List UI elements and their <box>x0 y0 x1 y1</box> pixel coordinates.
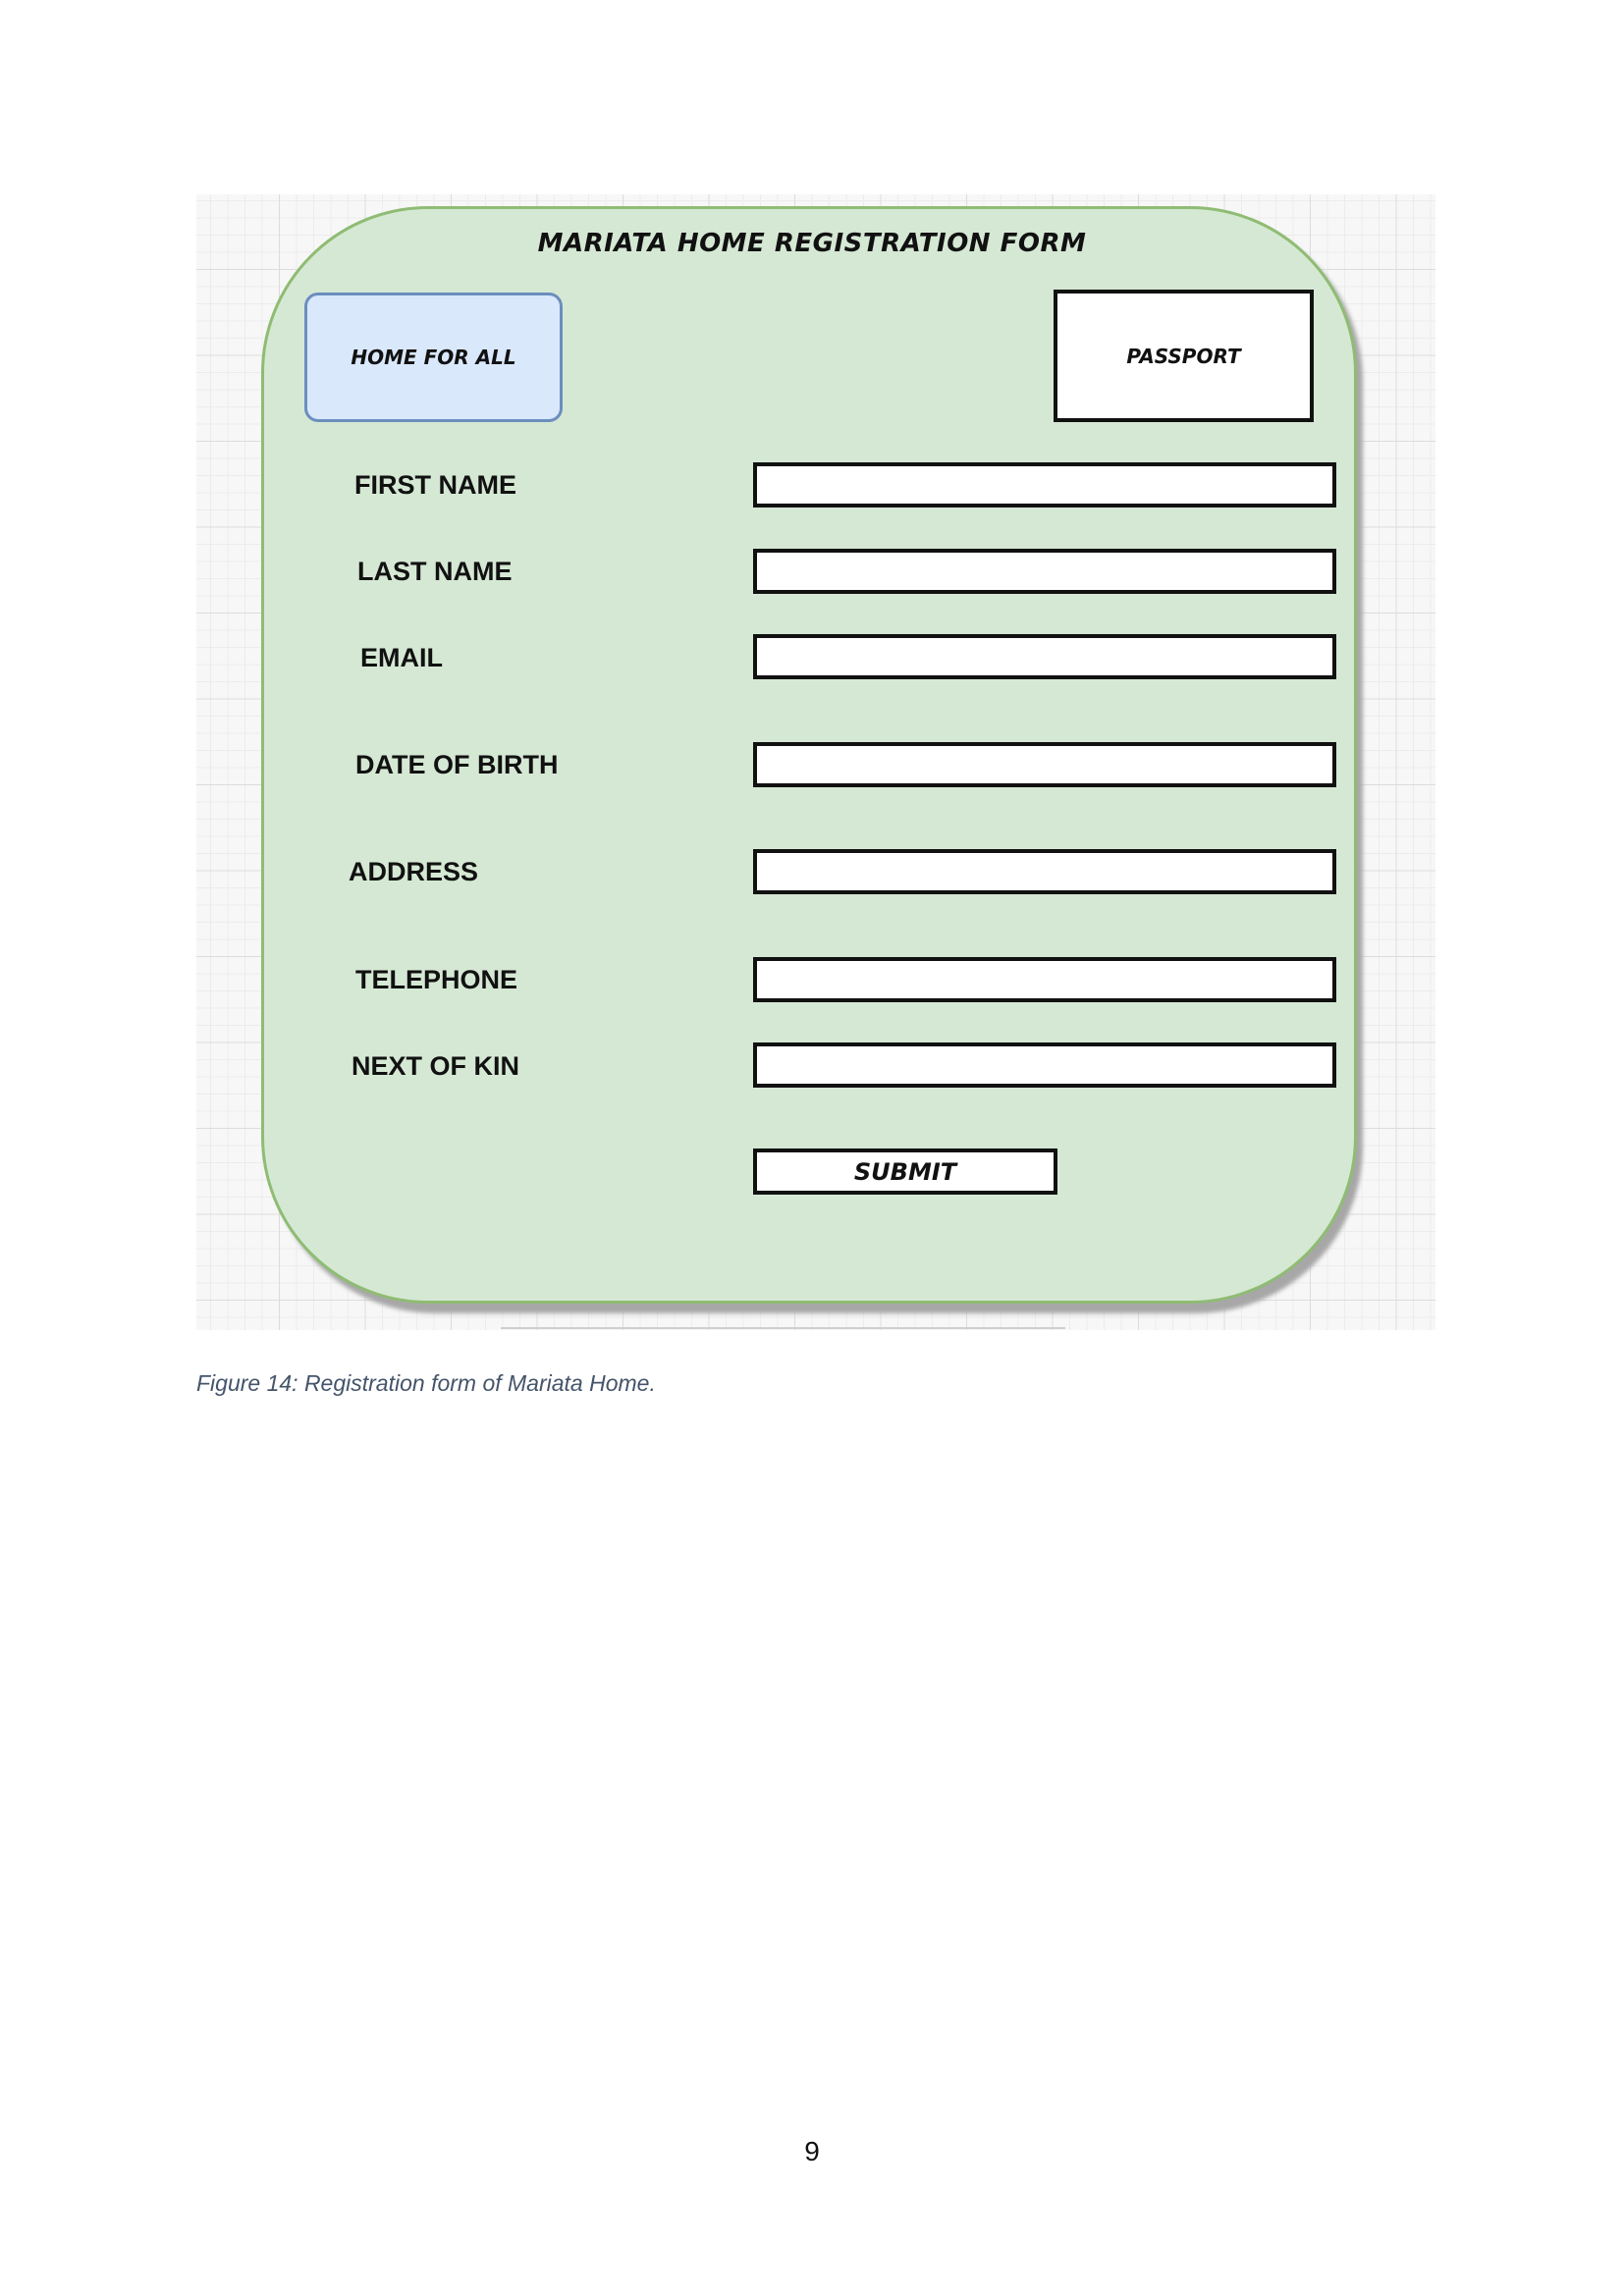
passport-photo-box[interactable]: PASSPORT <box>1054 290 1314 422</box>
date-of-birth-label: DATE OF BIRTH <box>355 750 559 779</box>
canvas-divider <box>501 1327 1065 1329</box>
email-input[interactable] <box>753 634 1336 679</box>
submit-label: SUBMIT <box>853 1157 957 1186</box>
first-name-input[interactable] <box>753 462 1336 507</box>
telephone-label: TELEPHONE <box>355 965 518 994</box>
logo-text: HOME FOR ALL <box>351 346 516 369</box>
next-of-kin-label: NEXT OF KIN <box>352 1051 520 1081</box>
passport-label: PASSPORT <box>1126 344 1241 368</box>
address-input[interactable] <box>753 849 1336 894</box>
form-title: MARIATA HOME REGISTRATION FORM <box>537 229 1087 258</box>
figure-caption: Figure 14: Registration form of Mariata … <box>196 1370 656 1396</box>
email-label: EMAIL <box>360 643 443 672</box>
last-name-input[interactable] <box>753 549 1336 594</box>
date-of-birth-input[interactable] <box>753 742 1336 787</box>
next-of-kin-input[interactable] <box>753 1042 1336 1088</box>
address-label: ADDRESS <box>349 857 479 886</box>
page-number: 9 <box>804 2136 820 2166</box>
submit-button[interactable]: SUBMIT <box>753 1148 1057 1195</box>
logo-box: HOME FOR ALL <box>304 293 563 422</box>
first-name-label: FIRST NAME <box>354 470 516 500</box>
last-name-label: LAST NAME <box>357 557 513 586</box>
telephone-input[interactable] <box>753 957 1336 1002</box>
